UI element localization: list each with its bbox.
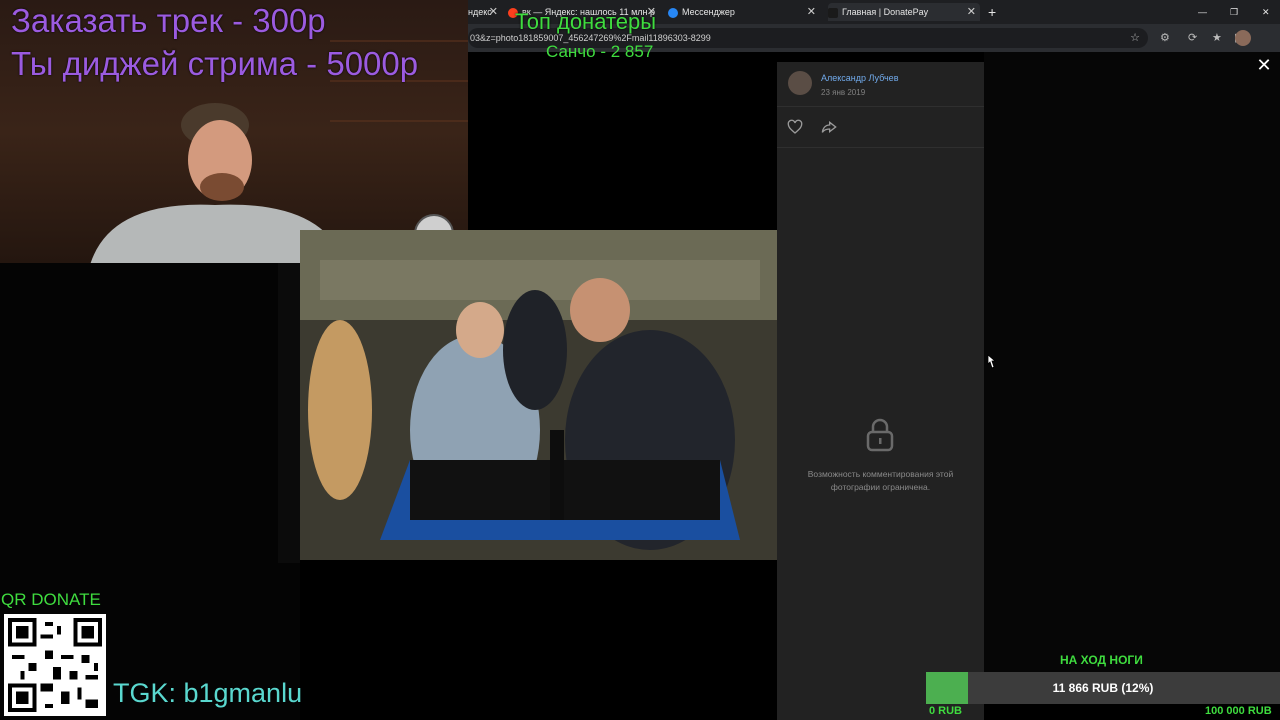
minimize-icon[interactable]: — [1198,3,1212,21]
armwrestling-photo [300,230,777,560]
photo-info-panel: Александр Лубчев 23 янв 2019 Возможность… [777,62,984,720]
extensions-icon[interactable]: ⚙ [1160,31,1170,44]
like-icon[interactable] [787,119,803,135]
author-avatar[interactable] [788,71,812,95]
top-donaters-title: Топ донатеры [515,9,657,34]
qr-code-icon [4,614,106,716]
vk-sidebar-ghost [278,263,300,563]
sync-icon[interactable]: ⟳ [1188,31,1197,44]
tab-close-icon[interactable]: ✕ [489,3,498,21]
tab-messenger[interactable]: Мессенджер ✕ [668,3,820,21]
favorites-icon[interactable]: ★ [1212,31,1222,44]
share-icon[interactable] [821,119,837,135]
goal-title: НА ХОД НОГИ [1060,653,1143,667]
tab-label: Главная | DonatePay [842,7,929,17]
profile-avatar[interactable] [1235,30,1251,46]
panel-header: Александр Лубчев 23 янв 2019 [777,62,984,107]
photo-actions [777,107,984,148]
goal-min-label: 0 RUB [929,705,963,717]
qr-donate-label: QR DONATE [1,590,101,609]
telegram-channel-label: TGK: b1gmanlu [113,678,303,708]
tab-label: Мессенджер [682,7,735,17]
comments-restricted-note: Возможность комментирования этой фотогра… [807,469,954,492]
tab-close-icon[interactable]: ✕ [807,3,816,21]
mouse-cursor-icon [987,354,996,369]
order-track-price: Заказать трек - 300р [11,2,326,39]
post-date[interactable]: 23 янв 2019 [821,88,865,97]
goal-progress-text: 11 866 RUB (12%) [1052,681,1154,695]
new-tab-button[interactable]: + [988,3,1002,21]
author-name-link[interactable]: Александр Лубчев [821,73,898,83]
window-close-icon[interactable]: ✕ [1262,3,1276,21]
lock-icon [866,418,894,452]
tab-close-icon[interactable]: ✕ [967,3,976,21]
close-icon[interactable]: ✕ [1254,55,1274,75]
tab-yandex[interactable]: ндекс ✕ [468,3,502,21]
tab-donatepay[interactable]: Главная | DonatePay ✕ [828,3,980,21]
top-donater-entry: Санчо - 2 857 [546,42,654,61]
bookmark-star-icon[interactable]: ☆ [1130,31,1140,44]
goal-max-label: 100 000 RUB [1205,705,1272,717]
viewer-backdrop-right[interactable] [984,52,1280,672]
viewer-photo[interactable] [300,230,777,560]
donatepay-icon [828,7,838,18]
goal-progress-bar: 11 866 RUB (12%) [926,672,1280,704]
dj-stream-price: Ты диджей стрима - 5000р [11,45,419,82]
vk-messenger-icon [668,7,678,18]
restore-icon[interactable]: ❐ [1230,3,1244,21]
